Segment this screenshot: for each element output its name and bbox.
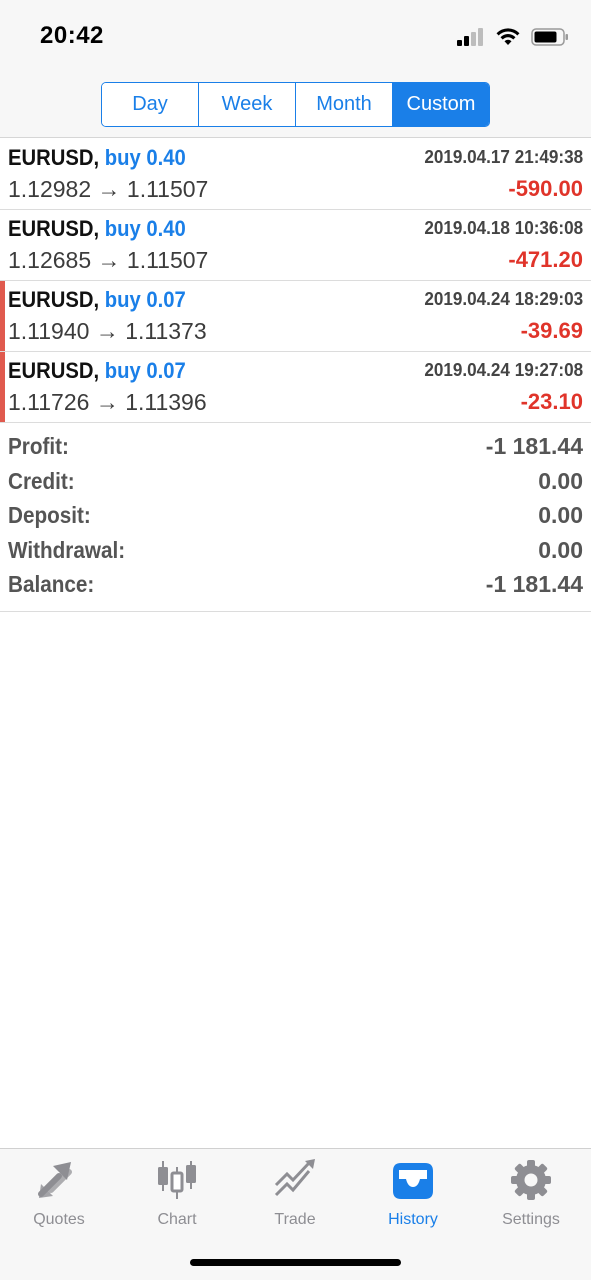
wifi-icon: [495, 27, 521, 47]
deal-prices: 1.11940 → 1.11373: [8, 318, 207, 344]
battery-icon: [531, 27, 569, 47]
history-header: Day Week Month Custom: [0, 72, 591, 138]
deal-time: 2019.04.24 18:29:03: [424, 289, 583, 309]
deal-row[interactable]: EURUSD, buy 0.07 2019.04.24 19:27:08 1.1…: [0, 352, 591, 423]
deal-side: buy 0.40: [104, 145, 186, 170]
tab-label: Quotes: [33, 1211, 85, 1228]
summary-row-withdrawal: Withdrawal: 0.00: [0, 535, 591, 570]
deal-row[interactable]: EURUSD, buy 0.40 2019.04.17 21:49:38 1.1…: [0, 139, 591, 210]
summary-row-balance: Balance: -1 181.44: [0, 569, 591, 604]
tab-label: Settings: [502, 1211, 560, 1228]
period-tab-custom[interactable]: Custom: [393, 83, 489, 126]
cellular-signal-icon: [457, 28, 485, 46]
deal-symbol: EURUSD,: [8, 216, 100, 241]
tab-history[interactable]: History: [354, 1157, 472, 1237]
deal-symbol: EURUSD,: [8, 358, 100, 383]
deal-time: 2019.04.24 19:27:08: [424, 360, 583, 380]
tab-settings[interactable]: Settings: [472, 1157, 590, 1237]
deals-list: EURUSD, buy 0.40 2019.04.17 21:49:38 1.1…: [0, 139, 591, 423]
history-icon: [354, 1157, 472, 1203]
deal-prices: 1.12982 → 1.11507: [8, 176, 209, 202]
period-selector: Day Week Month Custom: [101, 82, 490, 127]
deal-time: 2019.04.17 21:49:38: [424, 147, 583, 167]
deal-marker: [0, 352, 5, 422]
summary-value: -1 181.44: [485, 571, 583, 597]
deal-symbol: EURUSD,: [8, 145, 100, 170]
deal-row[interactable]: EURUSD, buy 0.40 2019.04.18 10:36:08 1.1…: [0, 210, 591, 281]
deal-side: buy 0.40: [104, 216, 186, 241]
tab-label: Trade: [274, 1211, 316, 1228]
period-tab-day[interactable]: Day: [102, 83, 199, 126]
deal-profit: -23.10: [520, 389, 583, 414]
summary-value: -1 181.44: [485, 433, 583, 459]
account-summary: Profit: -1 181.44 Credit: 0.00 Deposit: …: [0, 423, 591, 612]
tab-quotes[interactable]: Quotes: [0, 1157, 118, 1237]
chart-icon: [118, 1157, 236, 1203]
deal-side: buy 0.07: [104, 287, 186, 312]
tab-trade[interactable]: Trade: [236, 1157, 354, 1237]
summary-value: 0.00: [538, 536, 583, 563]
deal-prices: 1.12685 → 1.11507: [8, 247, 209, 273]
tab-chart[interactable]: Chart: [118, 1157, 236, 1237]
summary-label: Deposit:: [8, 502, 91, 528]
deal-marker: [0, 281, 5, 351]
summary-value: 0.00: [538, 467, 583, 494]
deal-profit: -471.20: [508, 247, 583, 272]
settings-icon: [472, 1157, 590, 1203]
status-bar: 20:42: [0, 0, 591, 72]
summary-label: Balance:: [8, 571, 95, 597]
summary-label: Profit:: [8, 433, 69, 459]
summary-row-deposit: Deposit: 0.00: [0, 500, 591, 535]
deal-prices: 1.11726 → 1.11396: [8, 389, 207, 415]
deal-side: buy 0.07: [104, 358, 186, 383]
quotes-icon: [0, 1157, 118, 1203]
summary-label: Withdrawal:: [8, 536, 126, 563]
trade-icon: [236, 1157, 354, 1203]
tab-label: History: [388, 1211, 438, 1228]
summary-label: Credit:: [8, 467, 75, 494]
period-tab-month[interactable]: Month: [296, 83, 393, 126]
period-tab-week[interactable]: Week: [199, 83, 296, 126]
deal-profit: -590.00: [508, 176, 583, 201]
tab-label: Chart: [157, 1211, 197, 1228]
deal-row[interactable]: EURUSD, buy 0.07 2019.04.24 18:29:03 1.1…: [0, 281, 591, 352]
deal-symbol: EURUSD,: [8, 287, 100, 312]
deal-profit: -39.69: [520, 318, 583, 343]
status-time: 20:42: [40, 22, 104, 49]
summary-value: 0.00: [538, 502, 583, 528]
summary-row-profit: Profit: -1 181.44: [0, 431, 591, 466]
deal-time: 2019.04.18 10:36:08: [424, 218, 583, 238]
status-icons: [457, 26, 569, 48]
home-indicator: [190, 1259, 401, 1266]
summary-row-credit: Credit: 0.00: [0, 466, 591, 501]
